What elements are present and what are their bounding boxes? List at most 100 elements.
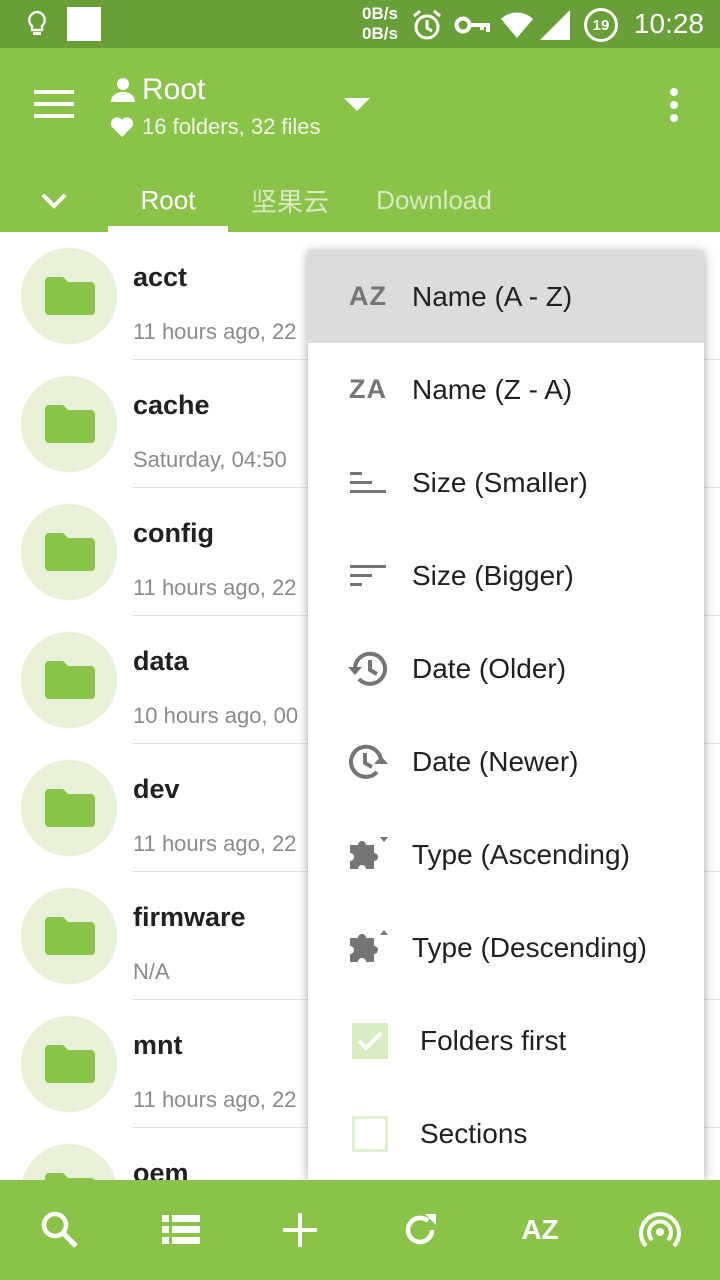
- sort-size-smaller[interactable]: Size (Smaller): [308, 436, 704, 529]
- search-icon: [41, 1211, 78, 1248]
- puzzle-up-icon: [346, 926, 390, 970]
- puzzle-down-icon: [346, 833, 390, 877]
- refresh-button[interactable]: [394, 1204, 446, 1256]
- size-smaller-icon: [346, 461, 390, 505]
- signal-icon: [540, 10, 570, 40]
- file-name: config: [133, 518, 214, 548]
- folder-icon: [45, 661, 95, 699]
- folder-avatar: [21, 760, 117, 856]
- folder-avatar: [21, 1144, 117, 1180]
- heart-icon: [110, 117, 134, 137]
- size-bigger-icon: [346, 554, 390, 598]
- vpn-key-icon: [454, 16, 490, 34]
- file-name: oem: [133, 1158, 189, 1180]
- folder-file-count: 16 folders, 32 files: [142, 114, 321, 139]
- sort-date-newer[interactable]: Date (Newer): [308, 715, 704, 808]
- page-title: Root: [142, 73, 206, 106]
- folder-avatar: [21, 1016, 117, 1112]
- sort-menu: AZ Name (A - Z) ZA Name (Z - A) Size (Sm…: [308, 250, 704, 1180]
- az-icon: AZ: [349, 281, 387, 311]
- folder-icon: [45, 1045, 95, 1083]
- file-name: mnt: [133, 1030, 183, 1060]
- file-meta: N/A: [133, 959, 170, 984]
- folder-icon: [45, 1173, 95, 1180]
- bottom-toolbar: AZ: [0, 1180, 720, 1280]
- list-view-button[interactable]: [155, 1204, 207, 1256]
- folders-first-option[interactable]: Folders first: [308, 994, 704, 1087]
- sort-type-desc[interactable]: Type (Descending): [308, 901, 704, 994]
- file-name: acct: [133, 262, 188, 292]
- folder-icon: [45, 533, 95, 571]
- refresh-icon: [405, 1214, 436, 1245]
- file-name: cache: [133, 390, 210, 420]
- notification-square-icon: [67, 7, 101, 41]
- clock-time: 10:28: [633, 8, 704, 39]
- path-title[interactable]: Root: [110, 70, 205, 110]
- tab-bar: Root 坚果云 Download: [0, 168, 720, 232]
- folder-avatar: [21, 376, 117, 472]
- folder-avatar: [21, 632, 117, 728]
- menu-item-label: Date (Older): [412, 652, 567, 684]
- more-options-icon[interactable]: [670, 88, 678, 122]
- menu-item-label: Name (Z - A): [412, 373, 573, 405]
- file-meta: 10 hours ago, 00: [133, 703, 299, 728]
- clock-forward-icon: [346, 740, 390, 784]
- folder-avatar: [21, 888, 117, 984]
- folder-icon: [45, 789, 95, 827]
- tab-download[interactable]: Download: [360, 168, 508, 232]
- menu-item-label: Sections: [420, 1117, 528, 1149]
- menu-item-label: Name (A - Z): [412, 280, 573, 312]
- sort-button[interactable]: AZ: [514, 1204, 566, 1256]
- wifi-tethering-icon: [639, 1212, 681, 1248]
- sort-name-desc[interactable]: ZA Name (Z - A): [308, 343, 704, 436]
- file-name: dev: [133, 774, 180, 804]
- za-icon: ZA: [349, 374, 387, 404]
- folders-first-checkbox[interactable]: [352, 1022, 388, 1059]
- battery-level: 19: [592, 16, 610, 34]
- upload-speed: 0B/s: [362, 4, 398, 23]
- sort-type-asc[interactable]: Type (Ascending): [308, 808, 704, 901]
- status-bar: 0B/s 0B/s 19 10:28: [0, 0, 720, 48]
- menu-item-label: Type (Descending): [412, 931, 648, 963]
- folder-icon: [45, 277, 95, 315]
- folder-avatar: [21, 504, 117, 600]
- menu-item-label: Folders first: [420, 1024, 567, 1056]
- menu-item-label: Type (Ascending): [412, 838, 630, 870]
- plus-icon: [283, 1213, 317, 1247]
- wifi-icon: [501, 12, 533, 38]
- lightbulb-icon: [28, 10, 46, 35]
- file-name: data: [133, 646, 189, 676]
- folder-avatar: [21, 248, 117, 344]
- sort-size-bigger[interactable]: Size (Bigger): [308, 529, 704, 622]
- file-name: firmware: [133, 902, 246, 932]
- file-meta: Saturday, 04:50: [133, 447, 287, 472]
- battery-icon: 19: [584, 8, 618, 42]
- tab-root[interactable]: Root: [108, 168, 228, 232]
- folder-icon: [45, 405, 95, 443]
- alarm-icon: [413, 9, 441, 40]
- file-meta: 11 hours ago, 22: [133, 1087, 297, 1112]
- search-button[interactable]: [34, 1204, 86, 1256]
- sections-checkbox[interactable]: [352, 1115, 388, 1152]
- sort-date-older[interactable]: Date (Older): [308, 622, 704, 715]
- menu-icon[interactable]: [34, 90, 74, 118]
- add-button[interactable]: [274, 1204, 326, 1256]
- dropdown-arrow-icon[interactable]: [344, 98, 370, 111]
- person-icon: [111, 78, 135, 102]
- tab-jianguoyun[interactable]: 坚果云: [236, 168, 344, 232]
- file-meta: 11 hours ago, 22: [133, 319, 297, 344]
- network-speed: 0B/s 0B/s: [350, 4, 410, 44]
- menu-item-label: Size (Bigger): [412, 559, 574, 591]
- path-subtitle: 16 folders, 32 files: [110, 112, 321, 142]
- history-icon: [346, 647, 390, 691]
- check-icon: [357, 1031, 383, 1051]
- file-meta: 11 hours ago, 22: [133, 575, 297, 600]
- menu-item-label: Date (Newer): [412, 745, 579, 777]
- sections-option[interactable]: Sections: [308, 1087, 704, 1180]
- list-view-icon: [162, 1215, 200, 1244]
- broadcast-button[interactable]: [634, 1204, 686, 1256]
- sort-name-asc[interactable]: AZ Name (A - Z): [308, 250, 704, 343]
- app-bar: Root 16 folders, 32 files Root 坚果云 Downl…: [0, 48, 720, 232]
- chevron-down-icon[interactable]: [40, 186, 68, 214]
- file-meta: 11 hours ago, 22: [133, 831, 297, 856]
